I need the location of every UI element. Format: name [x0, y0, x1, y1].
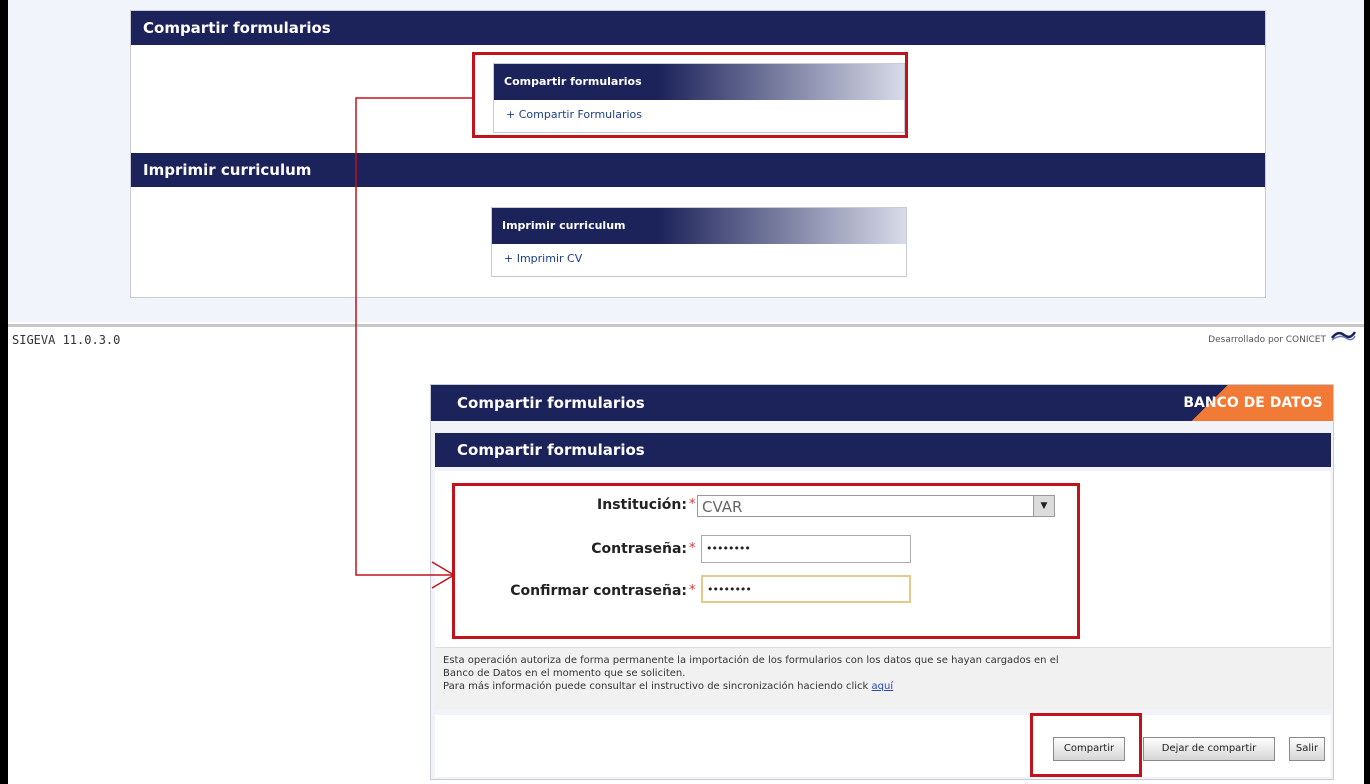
connector-arrow-icon — [355, 97, 472, 589]
